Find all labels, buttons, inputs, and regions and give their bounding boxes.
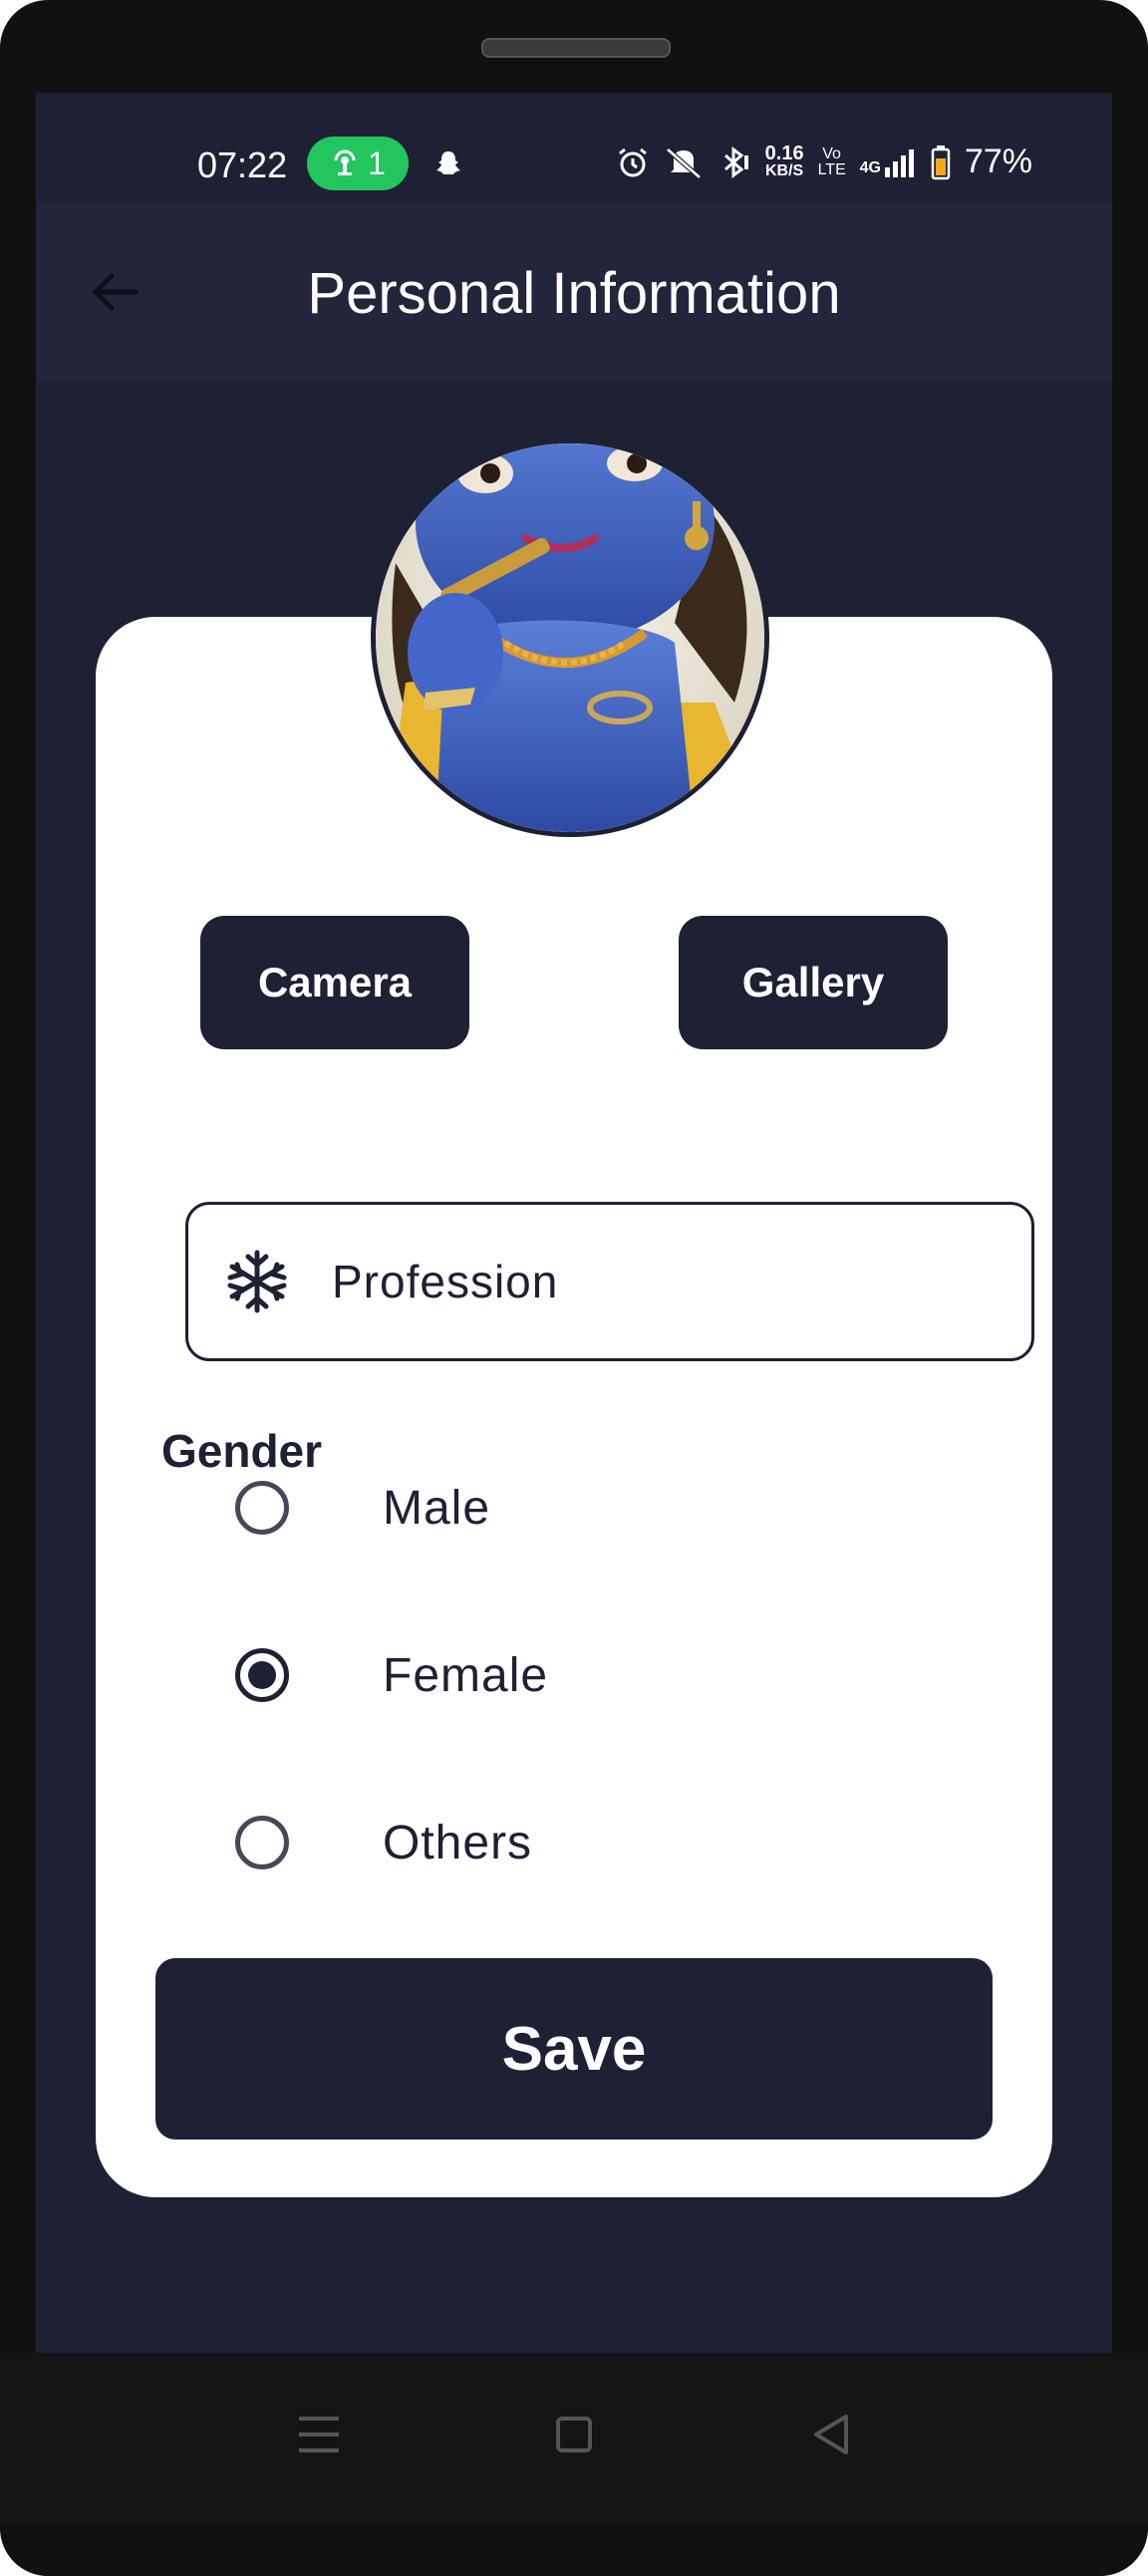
snowflake-icon	[227, 1250, 287, 1313]
alarm-icon	[618, 147, 647, 176]
radio-label-others: Others	[383, 1816, 533, 1869]
status-bar: 07:22 1 0.16 KB/S Vo LTE 4G 77%	[36, 93, 1112, 202]
camera-button[interactable]: Camera	[200, 916, 469, 1049]
radio-others[interactable]	[235, 1816, 289, 1869]
radio-label-female: Female	[383, 1648, 549, 1702]
profession-label: Profession	[332, 1256, 559, 1307]
status-icons: 0.16 KB/S Vo LTE 4G 77%	[616, 143, 1032, 181]
page-title: Personal Information	[307, 261, 841, 326]
save-button[interactable]: Save	[155, 1958, 993, 2140]
snapchat-icon	[436, 151, 460, 174]
bluetooth-icon	[723, 145, 748, 178]
system-nav-bar	[0, 2353, 1148, 2522]
hotspot-count: 1	[368, 144, 386, 181]
radio-female[interactable]	[235, 1648, 289, 1702]
radio-label-male: Male	[383, 1481, 491, 1535]
network-type: 4G	[859, 158, 881, 176]
status-time: 07:22	[197, 144, 288, 185]
profile-avatar[interactable]	[371, 438, 769, 837]
net-speed: 0.16 KB/S	[764, 142, 804, 180]
home-icon[interactable]	[544, 2405, 604, 2464]
battery-icon	[931, 144, 951, 179]
mute-icon	[666, 146, 702, 179]
hotspot-badge: 1	[307, 137, 409, 190]
gallery-button[interactable]: Gallery	[679, 916, 948, 1049]
gender-option-female[interactable]: Female	[235, 1630, 933, 1720]
hotspot-icon	[334, 149, 356, 175]
signal-icon	[884, 148, 914, 177]
back-icon[interactable]	[802, 2405, 862, 2464]
app-screen: 07:22 1 0.16 KB/S Vo LTE 4G 77% Personal…	[36, 93, 1112, 2353]
radio-male[interactable]	[235, 1481, 289, 1535]
profession-field[interactable]: Profession	[185, 1202, 1034, 1361]
gender-option-others[interactable]: Others	[235, 1798, 933, 1887]
volte-label: Vo LTE	[817, 144, 846, 178]
app-bar: Personal Information	[36, 202, 1112, 382]
phone-speaker	[481, 38, 671, 58]
battery-level: 77%	[964, 143, 1032, 180]
radio-selected-dot	[248, 1661, 276, 1689]
signal-group: 4G	[860, 147, 917, 177]
menu-icon[interactable]	[289, 2405, 349, 2464]
avatar-image	[376, 443, 764, 832]
gender-option-male[interactable]: Male	[235, 1463, 933, 1553]
net-speed-unit: KB/S	[765, 161, 804, 179]
net-speed-value: 0.16	[764, 142, 804, 164]
phone-frame: 07:22 1 0.16 KB/S Vo LTE 4G 77% Personal…	[0, 0, 1148, 2576]
